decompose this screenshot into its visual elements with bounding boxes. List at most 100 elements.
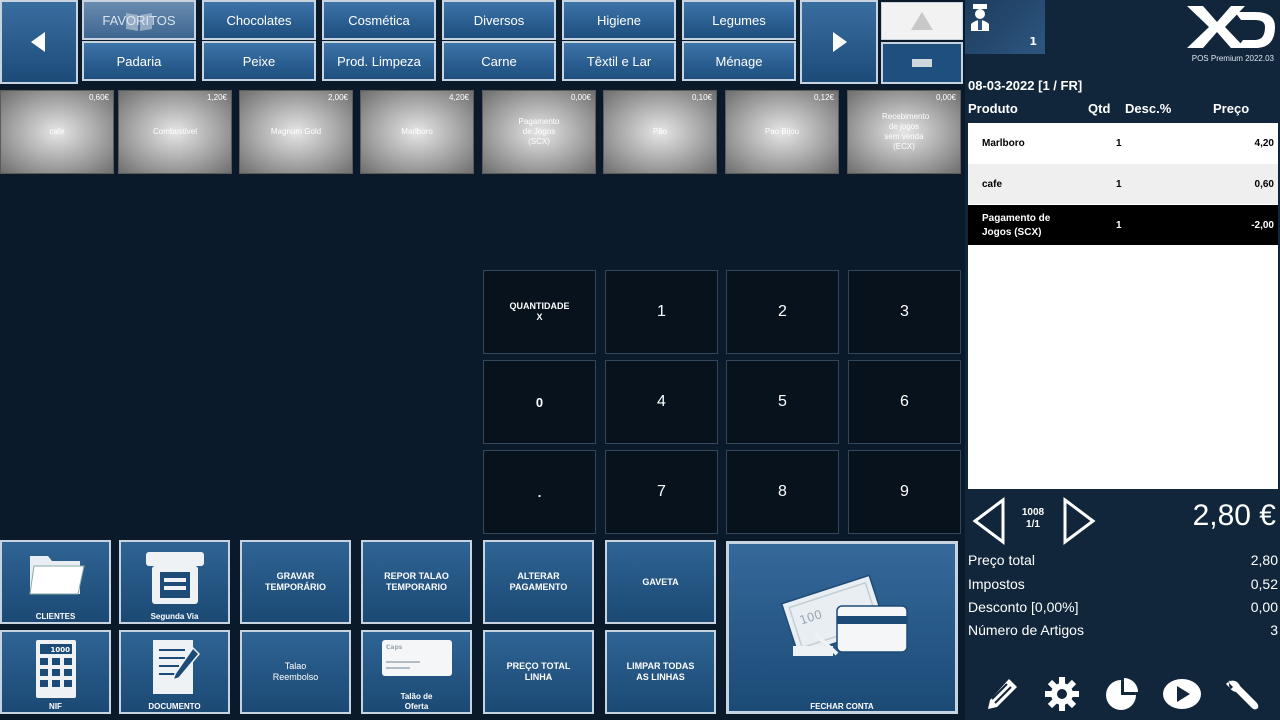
scroll-down-button[interactable] (881, 42, 963, 84)
key-6[interactable]: 6 (848, 360, 961, 444)
table-row[interactable]: Marlboro 1 4,20 (968, 123, 1278, 163)
product-tile[interactable]: 0,10€ Pão (603, 90, 717, 174)
minus-icon (912, 59, 932, 67)
segunda-via-button[interactable]: Segunda Via (119, 540, 230, 624)
doc-prev-icon[interactable] (969, 497, 1009, 545)
category-prod-limpeza[interactable]: Prod. Limpeza (322, 41, 436, 81)
category-cosmetica[interactable]: Cosmética (322, 0, 436, 40)
payment-icon: 100 (780, 574, 908, 657)
segunda-via-label: Segunda Via (150, 612, 199, 621)
product-tile[interactable]: 2,00€ Magnum Gold (239, 90, 353, 174)
table-row[interactable]: cafe 1 0,60 (968, 164, 1278, 204)
settings-button[interactable] (1040, 672, 1084, 716)
product-tile[interactable]: 0,00€ Pagamento de Jogos (SCX) (482, 90, 596, 174)
product-tile[interactable]: 0,60€ cafe (0, 90, 114, 174)
oferta-label-1: Talão de (400, 692, 433, 701)
category-padaria[interactable]: Padaria (82, 41, 196, 81)
category-peixe[interactable]: Peixe (202, 41, 316, 81)
category-higiene[interactable]: Higiene (562, 0, 676, 40)
summary-label: Número de Artigos (968, 622, 1084, 638)
limpar-linhas-button[interactable]: LIMPAR TODAS AS LINHAS (605, 630, 716, 714)
key-3[interactable]: 3 (848, 270, 961, 354)
category-textil-lar[interactable]: Têxtil e Lar (562, 41, 676, 81)
alterar-pagamento-button[interactable]: ALTERAR PAGAMENTO (483, 540, 594, 624)
talao-reembolso-button[interactable]: Talao Reembolso (240, 630, 351, 714)
repor-talao-button[interactable]: REPOR TALAO TEMPORARIO (361, 540, 472, 624)
product-tile[interactable]: 0,12€ Pao Bijou (725, 90, 839, 174)
clientes-button[interactable]: CLIENTES (0, 540, 111, 624)
arrow-right-icon (833, 32, 847, 52)
oferta-label-2: Oferta (404, 702, 429, 711)
reports-button[interactable] (1100, 672, 1144, 716)
key-0[interactable]: 0 (483, 360, 596, 444)
key-label: 5 (778, 393, 787, 410)
play-button[interactable] (1160, 672, 1204, 716)
category-diversos[interactable]: Diversos (442, 0, 556, 40)
scroll-up-button[interactable] (881, 2, 963, 40)
key-label: 7 (657, 483, 666, 500)
product-tile[interactable]: 0,00€ Recebimento de jogos sem venda (ECX… (847, 90, 961, 174)
line-name-2: Jogos (SCX) (982, 227, 1042, 238)
fechar-conta-button[interactable]: 100 FECHAR CONTA (726, 541, 958, 714)
category-label: Padaria (116, 53, 162, 69)
product-price: 0,12€ (813, 93, 834, 102)
wrench-icon (1226, 680, 1259, 710)
product-name: Recebimento de jogos sem venda (ECX) (882, 112, 930, 151)
key-4[interactable]: 4 (605, 360, 718, 444)
document-header: 08-03-2022 [1 / FR] (968, 78, 1083, 93)
gravar-temporario-button[interactable]: GRAVAR TEMPORÁRIO (240, 540, 351, 624)
product-tile[interactable]: 4,20€ Marlboro (360, 90, 474, 174)
preco-total-linha-button[interactable]: PREÇO TOTAL LINHA (483, 630, 594, 714)
talao-oferta-button[interactable]: Caps Talão de Oferta (361, 630, 472, 714)
category-prev-button[interactable] (0, 0, 78, 84)
category-label: Higiene (596, 12, 642, 28)
key-label: 9 (900, 483, 909, 500)
category-label: Carne (481, 53, 517, 69)
table-row[interactable]: Pagamento de Jogos (SCX) 1 -2,00 (968, 205, 1278, 245)
key-5[interactable]: 5 (726, 360, 839, 444)
category-next-button[interactable] (800, 0, 878, 84)
category-legumes[interactable]: Legumes (682, 0, 796, 40)
user-count: 1 (1029, 35, 1037, 48)
key-label: 1 (657, 303, 666, 320)
category-chocolates[interactable]: Chocolates (202, 0, 316, 40)
key-1[interactable]: 1 (605, 270, 718, 354)
category-favoritos[interactable]: FAVORITOS (82, 0, 196, 40)
doc-next-icon[interactable] (1059, 497, 1099, 545)
product-tile[interactable]: 1,20€ Combustivel (118, 90, 232, 174)
key-7[interactable]: 7 (605, 450, 718, 534)
line-price: 0,60 (1254, 179, 1274, 190)
key-9[interactable]: 9 (848, 450, 961, 534)
user-tab[interactable]: 1 (965, 0, 1045, 54)
nif-button[interactable]: 1000 NIF (0, 630, 111, 714)
category-menage[interactable]: Ménage (682, 41, 796, 81)
summary-value: 2,80 (1250, 552, 1278, 568)
document-edit-icon (152, 640, 200, 694)
triangle-up-icon (911, 12, 933, 30)
line-qty: 1 (1116, 220, 1122, 231)
category-label: Têxtil e Lar (586, 53, 652, 69)
summary-label: Preço total (968, 552, 1035, 568)
category-label: Ménage (715, 53, 763, 69)
edit-tool-button[interactable] (980, 672, 1024, 716)
nif-label: NIF (49, 702, 62, 711)
key-decimal[interactable]: . (483, 450, 596, 534)
product-price: 0,10€ (691, 93, 712, 102)
line-name: cafe (982, 179, 1003, 190)
arrow-left-icon (31, 32, 45, 52)
summary-desconto: Desconto [0,00%] 0,00 (968, 599, 1278, 615)
documento-button[interactable]: DOCUMENTO (119, 630, 230, 714)
product-price: 2,00€ (327, 93, 348, 102)
reembolso-label-2: Reembolso (272, 672, 319, 682)
key-label: 6 (900, 393, 909, 410)
gaveta-button[interactable]: GAVETA (605, 540, 716, 624)
key-8[interactable]: 8 (726, 450, 839, 534)
product-name: Pão (652, 127, 668, 136)
tools-button[interactable] (1220, 672, 1264, 716)
reembolso-label-1: Talao (284, 661, 307, 671)
category-label: Cosmética (348, 12, 410, 28)
quantity-key[interactable]: QUANTIDADE X (483, 270, 596, 354)
line-qty: 1 (1116, 138, 1122, 149)
category-carne[interactable]: Carne (442, 41, 556, 81)
key-2[interactable]: 2 (726, 270, 839, 354)
